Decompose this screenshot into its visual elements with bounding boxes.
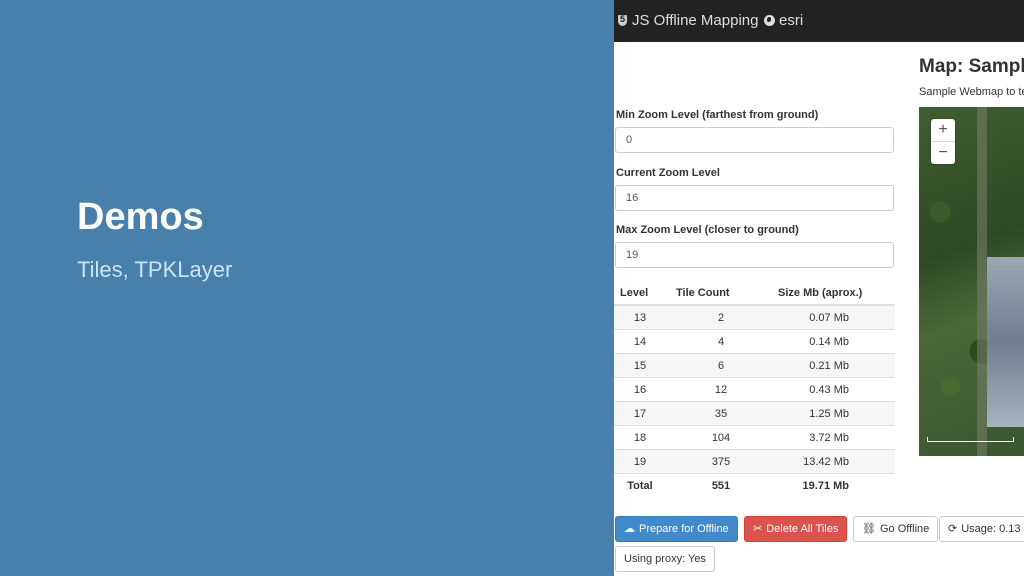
slide-subtitle: Tiles, TPKLayer xyxy=(77,257,233,282)
table-row: 19 375 13.42 Mb xyxy=(614,449,895,474)
cell-size: 3.72 Mb xyxy=(776,425,895,450)
prepare-offline-label: Prepare for Offline xyxy=(639,523,729,535)
map-building xyxy=(987,257,1024,427)
proxy-button[interactable]: Using proxy: Yes xyxy=(615,546,715,572)
total-size: 19.71 Mb xyxy=(776,473,895,497)
total-label: Total xyxy=(614,473,666,497)
cell-size: 0.21 Mb xyxy=(776,353,895,378)
go-offline-label: Go Offline xyxy=(879,523,930,535)
map-view[interactable]: + − xyxy=(919,107,1024,456)
cell-level: 17 xyxy=(614,401,666,426)
usage-button[interactable]: ⟳ Usage: 0.13 xyxy=(939,516,1024,542)
cell-tile-count: 4 xyxy=(666,329,776,354)
cell-level: 19 xyxy=(614,449,666,474)
header-tile-count: Tile Count xyxy=(666,281,776,306)
usage-label: Usage: 0.13 xyxy=(961,523,1021,535)
table-row: 16 12 0.43 Mb xyxy=(614,377,895,402)
cell-tile-count: 35 xyxy=(666,401,776,426)
zoom-in-button[interactable]: + xyxy=(931,119,955,141)
cell-level: 13 xyxy=(614,304,666,330)
map-subtitle: Sample Webmap to te xyxy=(919,86,1024,98)
slide-title: Demos xyxy=(77,196,204,238)
zoom-out-button[interactable]: − xyxy=(931,141,955,164)
cell-level: 16 xyxy=(614,377,666,402)
table-total-row: Total 551 19.71 Mb xyxy=(614,473,895,497)
brand-label: JS Offline Mapping xyxy=(632,12,759,29)
globe-icon xyxy=(764,15,775,26)
current-zoom-label: Current Zoom Level xyxy=(616,167,720,179)
cell-size: 0.43 Mb xyxy=(776,377,895,402)
map-road xyxy=(977,107,987,456)
cell-level: 14 xyxy=(614,329,666,354)
cell-size: 13.42 Mb xyxy=(776,449,895,474)
min-zoom-input[interactable]: 0 xyxy=(615,127,894,153)
cell-tile-count: 375 xyxy=(666,449,776,474)
table-row: 15 6 0.21 Mb xyxy=(614,353,895,378)
delete-tiles-label: Delete All Tiles xyxy=(766,523,839,535)
table-header-row: Level Tile Count Size Mb (aprox.) xyxy=(614,281,895,306)
cell-tile-count: 104 xyxy=(666,425,776,450)
table-row: 18 104 3.72 Mb xyxy=(614,425,895,450)
max-zoom-label: Max Zoom Level (closer to ground) xyxy=(616,224,799,236)
tiles-table: Level Tile Count Size Mb (aprox.) 13 2 0… xyxy=(614,281,895,497)
cell-tile-count: 12 xyxy=(666,377,776,402)
current-zoom-input[interactable]: 16 xyxy=(615,185,894,211)
header-size: Size Mb (aprox.) xyxy=(776,281,895,306)
broken-link-icon: ⛓ xyxy=(862,523,876,535)
esri-link-label: esri xyxy=(779,12,804,29)
cell-size: 0.14 Mb xyxy=(776,329,895,354)
prepare-offline-button[interactable]: ☁ Prepare for Offline xyxy=(615,516,738,542)
scale-bar xyxy=(927,437,1014,442)
cloud-download-icon: ☁ xyxy=(624,523,635,535)
navbar: JS Offline Mapping esri xyxy=(614,0,1024,42)
total-tile-count: 551 xyxy=(666,473,776,497)
cell-size: 1.25 Mb xyxy=(776,401,895,426)
cell-level: 18 xyxy=(614,425,666,450)
html5-shield-icon xyxy=(618,14,627,26)
table-row: 13 2 0.07 Mb xyxy=(614,304,895,330)
zoom-control: + − xyxy=(931,119,955,164)
navbar-brand[interactable]: JS Offline Mapping xyxy=(618,12,758,29)
delete-icon: ✂ xyxy=(753,523,763,535)
table-row: 17 35 1.25 Mb xyxy=(614,401,895,426)
cell-level: 15 xyxy=(614,353,666,378)
app-window: JS Offline Mapping esri Min Zoom Level (… xyxy=(614,0,1024,576)
cell-size: 0.07 Mb xyxy=(776,304,895,330)
max-zoom-input[interactable]: 19 xyxy=(615,242,894,268)
table-row: 14 4 0.14 Mb xyxy=(614,329,895,354)
min-zoom-label: Min Zoom Level (farthest from ground) xyxy=(616,109,819,121)
proxy-label: Using proxy: Yes xyxy=(624,553,706,565)
esri-link[interactable]: esri xyxy=(764,12,803,29)
header-level: Level xyxy=(614,281,666,306)
delete-tiles-button[interactable]: ✂ Delete All Tiles xyxy=(744,516,848,542)
cell-tile-count: 6 xyxy=(666,353,776,378)
refresh-icon: ⟳ xyxy=(948,523,958,535)
go-offline-button[interactable]: ⛓ Go Offline xyxy=(853,516,939,542)
cell-tile-count: 2 xyxy=(666,304,776,330)
map-title: Map: Sample xyxy=(919,56,1024,77)
slide-panel: Demos Tiles, TPKLayer xyxy=(0,0,614,576)
